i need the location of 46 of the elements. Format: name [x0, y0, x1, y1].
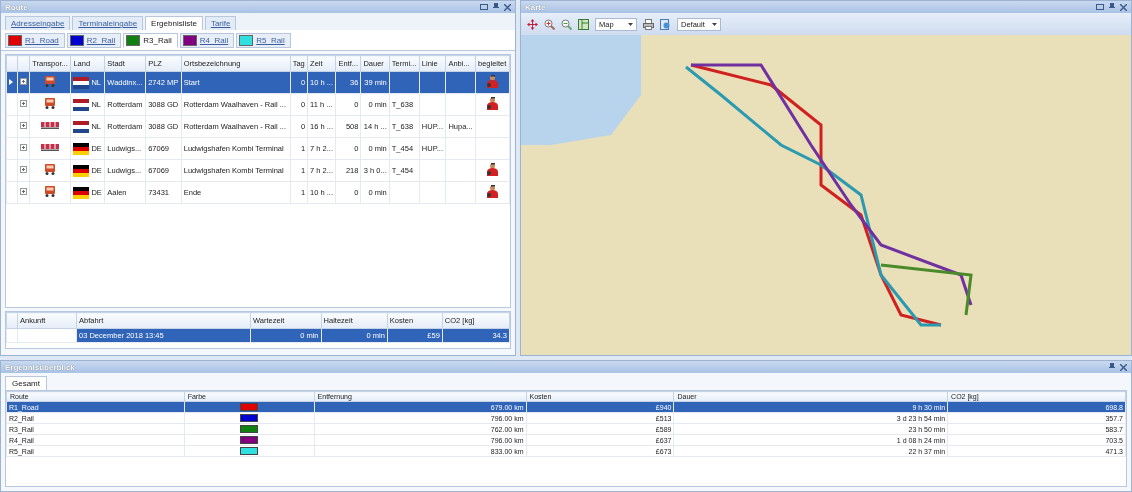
driver-icon: [486, 185, 499, 198]
close-icon[interactable]: [1120, 3, 1127, 11]
panel-title: Route: [5, 2, 29, 12]
truck-icon: [44, 76, 57, 87]
truck-icon: [44, 98, 57, 109]
route-tab[interactable]: R2_Rail: [66, 33, 122, 48]
close-icon[interactable]: [1120, 363, 1127, 371]
caret-icon: [628, 22, 633, 26]
train-icon: [41, 144, 60, 151]
caret-icon: [712, 22, 717, 26]
export-icon[interactable]: [660, 18, 671, 30]
window-icon[interactable]: [480, 3, 488, 11]
close-icon[interactable]: [504, 3, 511, 11]
tab[interactable]: Tarife: [204, 16, 237, 30]
window-icon[interactable]: [1096, 3, 1104, 11]
zoom-out-icon[interactable]: [561, 18, 572, 30]
pin-icon[interactable]: [1109, 363, 1115, 371]
expand-icon[interactable]: [20, 188, 27, 195]
tab[interactable]: Ergebnisliste: [145, 16, 203, 30]
truck-icon: [44, 164, 57, 175]
zoom-in-icon[interactable]: [544, 18, 555, 30]
truck-icon: [44, 186, 57, 197]
route-tab[interactable]: R1_Road: [5, 33, 65, 48]
move-icon[interactable]: [527, 18, 538, 30]
route-tab[interactable]: R3_Rail: [123, 33, 178, 48]
pin-icon[interactable]: [1109, 3, 1115, 11]
tab[interactable]: Gesamt: [5, 376, 47, 390]
driver-icon: [486, 75, 499, 88]
tab[interactable]: Terminaleingabe: [72, 16, 144, 30]
expand-icon[interactable]: [20, 122, 27, 129]
route-tab[interactable]: R4_Rail: [179, 33, 235, 48]
driver-icon: [486, 163, 499, 176]
panel-title: Ergebnisüberblick: [5, 362, 76, 372]
panel-title: Karte: [525, 2, 547, 12]
expand-icon[interactable]: [20, 166, 27, 173]
driver-icon: [486, 97, 499, 110]
layout-icon[interactable]: [578, 18, 589, 30]
pin-icon[interactable]: [493, 3, 499, 11]
row-pointer-icon: [9, 79, 13, 85]
print-icon[interactable]: [643, 18, 654, 30]
tab[interactable]: Adresseingabe: [5, 16, 71, 30]
train-icon: [41, 122, 60, 129]
expand-icon[interactable]: [20, 144, 27, 151]
expand-icon[interactable]: [20, 100, 27, 107]
route-tab[interactable]: R5_Rail: [236, 33, 291, 48]
expand-icon[interactable]: [20, 78, 27, 85]
